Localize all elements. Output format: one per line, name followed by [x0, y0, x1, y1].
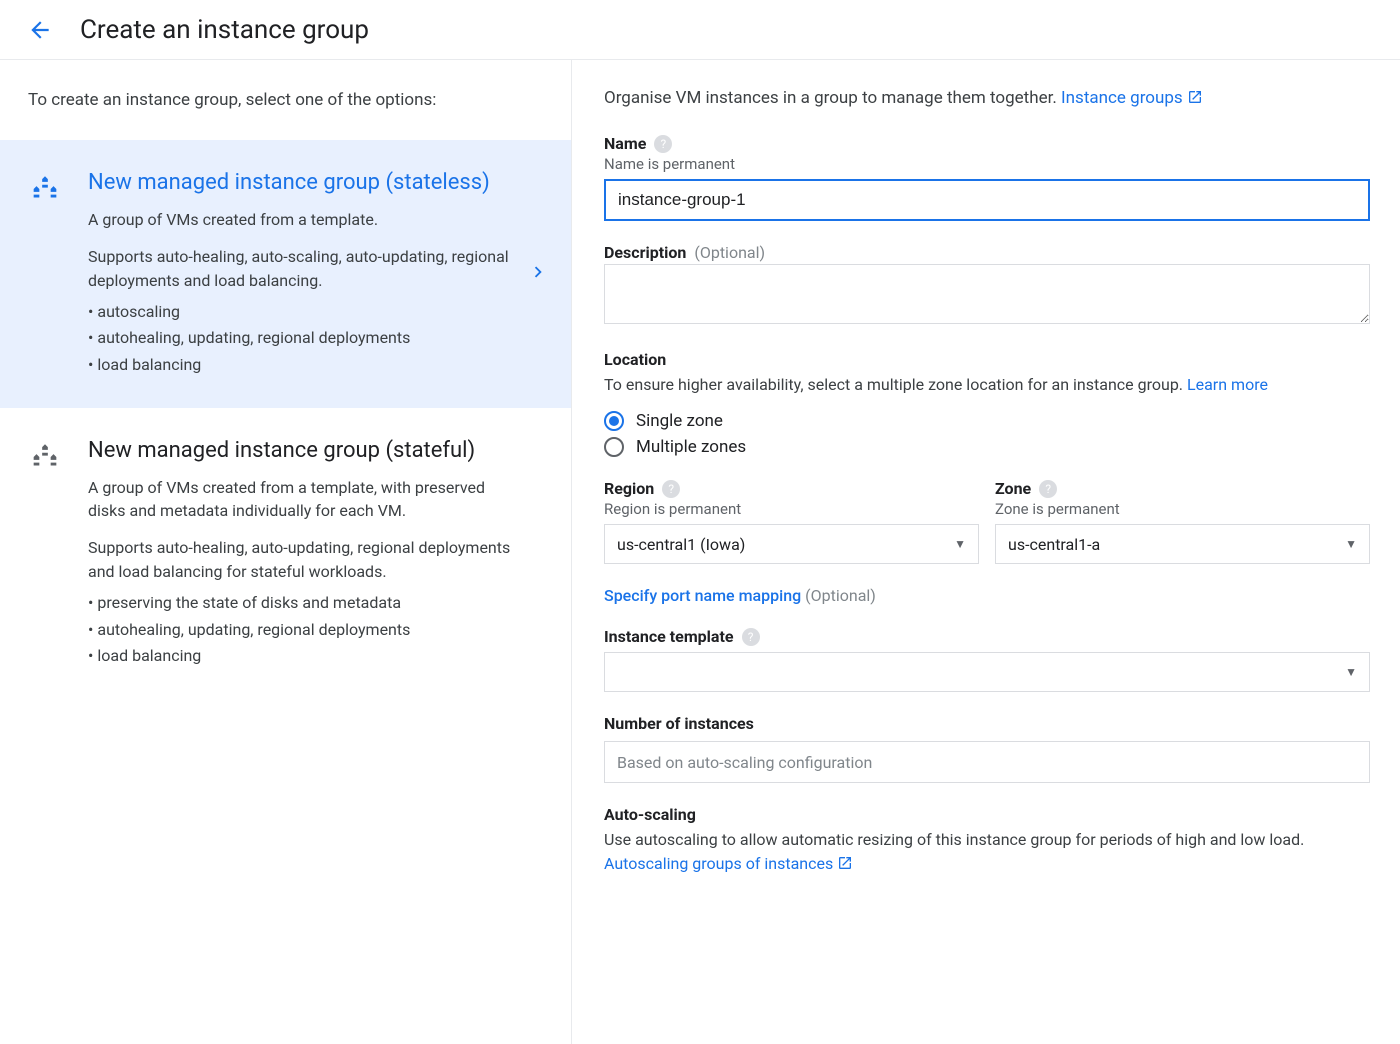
name-label: Name	[604, 134, 646, 153]
page-title: Create an instance group	[80, 15, 369, 45]
zone-select[interactable]: us-central1-a ▼	[995, 524, 1370, 564]
help-icon[interactable]: ?	[654, 135, 672, 153]
name-input[interactable]	[604, 179, 1370, 221]
name-field-group: Name ? Name is permanent	[604, 134, 1370, 221]
instance-template-group: Instance template ? ▼	[604, 627, 1370, 692]
option-title: New managed instance group (stateless)	[88, 168, 521, 198]
region-sub: Region is permanent	[604, 500, 979, 518]
intro-line: Organise VM instances in a group to mana…	[604, 88, 1370, 108]
caret-down-icon: ▼	[1345, 665, 1357, 679]
sidebar-intro: To create an instance group, select one …	[0, 60, 571, 140]
help-icon[interactable]: ?	[742, 628, 760, 646]
option-bullets: autoscaling autohealing, updating, regio…	[88, 299, 521, 378]
region-label: Region	[604, 479, 654, 498]
main-form: Organise VM instances in a group to mana…	[572, 60, 1400, 1044]
option-title: New managed instance group (stateful)	[88, 436, 521, 466]
instance-template-label: Instance template	[604, 627, 734, 646]
help-icon[interactable]: ?	[1039, 480, 1057, 498]
option-stateless[interactable]: New managed instance group (stateless) A…	[0, 140, 571, 408]
learn-more-link[interactable]: Learn more	[1187, 375, 1268, 394]
location-desc: To ensure higher availability, select a …	[604, 373, 1370, 397]
sidebar: To create an instance group, select one …	[0, 60, 572, 1044]
external-link-icon	[1187, 89, 1203, 105]
header: Create an instance group	[0, 0, 1400, 60]
option-bullets: preserving the state of disks and metada…	[88, 590, 521, 669]
autoscaling-desc: Use autoscaling to allow automatic resiz…	[604, 828, 1370, 876]
radio-single-zone[interactable]: Single zone	[604, 411, 1370, 431]
arrow-back-icon	[27, 17, 53, 43]
location-group: Location To ensure higher availability, …	[604, 350, 1370, 457]
radio-multiple-zones[interactable]: Multiple zones	[604, 437, 1370, 457]
port-mapping-row: Specify port name mapping (Optional)	[604, 586, 1370, 605]
instance-groups-link[interactable]: Instance groups	[1061, 88, 1203, 108]
region-field-group: Region ? Region is permanent us-central1…	[604, 479, 979, 564]
zone-sub: Zone is permanent	[995, 500, 1370, 518]
chevron-right-icon	[527, 261, 549, 287]
name-sub: Name is permanent	[604, 155, 1370, 173]
radio-icon	[604, 411, 624, 431]
port-mapping-link[interactable]: Specify port name mapping	[604, 586, 801, 605]
region-select[interactable]: us-central1 (Iowa) ▼	[604, 524, 979, 564]
description-field-group: Description (Optional)	[604, 243, 1370, 328]
instance-template-select[interactable]: ▼	[604, 652, 1370, 692]
autoscaling-link[interactable]: Autoscaling groups of instances	[604, 854, 853, 873]
num-instances-label: Number of instances	[604, 714, 1370, 733]
zone-label: Zone	[995, 479, 1031, 498]
external-link-icon	[837, 855, 853, 871]
option-supports: Supports auto-healing, auto-updating, re…	[88, 536, 521, 584]
option-supports: Supports auto-healing, auto-scaling, aut…	[88, 245, 521, 293]
num-instances-input: Based on auto-scaling configuration	[604, 741, 1370, 783]
option-desc: A group of VMs created from a template, …	[88, 476, 521, 522]
mig-stateful-icon	[28, 436, 64, 669]
description-label: Description	[604, 243, 686, 262]
num-instances-group: Number of instances Based on auto-scalin…	[604, 714, 1370, 783]
radio-icon	[604, 437, 624, 457]
mig-icon	[28, 168, 64, 378]
caret-down-icon: ▼	[954, 537, 966, 551]
option-desc: A group of VMs created from a template.	[88, 208, 521, 231]
back-button[interactable]	[20, 10, 60, 50]
description-textarea[interactable]	[604, 264, 1370, 324]
help-icon[interactable]: ?	[662, 480, 680, 498]
autoscaling-label: Auto-scaling	[604, 805, 1370, 824]
option-stateful[interactable]: New managed instance group (stateful) A …	[0, 408, 571, 699]
location-label: Location	[604, 350, 1370, 369]
autoscaling-group: Auto-scaling Use autoscaling to allow au…	[604, 805, 1370, 876]
zone-field-group: Zone ? Zone is permanent us-central1-a ▼	[995, 479, 1370, 564]
caret-down-icon: ▼	[1345, 537, 1357, 551]
